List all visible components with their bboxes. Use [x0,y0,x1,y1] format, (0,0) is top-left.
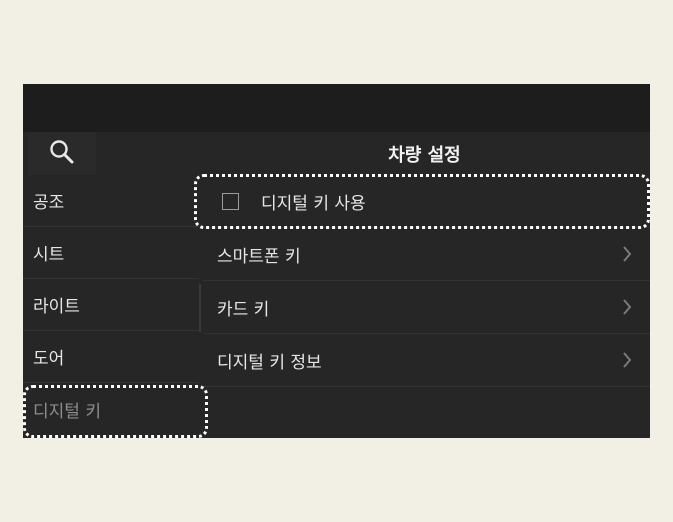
sidebar-item-label: 라이트 [33,297,80,317]
search-icon [49,139,75,169]
page-title: 차량 설정 [388,144,461,166]
sidebar-item-label: 디지털 키 [33,401,101,422]
use-digital-key-checkbox[interactable] [222,192,239,210]
sidebar-item-light[interactable]: 라이트 [23,279,199,331]
smartphone-key-row[interactable]: 스마트폰 키 [203,228,650,281]
row-label: 스마트폰 키 [217,246,301,267]
divider [199,284,201,332]
sidebar-item-digital-key[interactable]: 디지털 키 [23,383,199,435]
row-label: 카드 키 [217,299,270,320]
chevron-right-icon [622,351,632,369]
sidebar-item-climate[interactable]: 공조 [23,175,199,227]
settings-list: 디지털 키 사용 스마트폰 키 카드 키 디지털 키 정보 [203,175,650,387]
use-digital-key-label: 디지털 키 사용 [261,193,366,214]
card-key-row[interactable]: 카드 키 [203,281,650,334]
sidebar: 공조 시트 라이트 도어 디지털 키 [23,175,199,438]
sidebar-item-door[interactable]: 도어 [23,331,199,383]
sidebar-item-label: 시트 [33,245,65,265]
chevron-right-icon [622,298,632,316]
search-button[interactable] [28,132,96,175]
row-label: 디지털 키 정보 [217,352,322,373]
chevron-right-icon [622,245,632,263]
top-status-bar [23,84,650,132]
digital-key-info-row[interactable]: 디지털 키 정보 [203,334,650,387]
car-settings-screen: 차량 설정 공조 시트 라이트 도어 디지털 키 디지털 키 사용 스마트폰 키 [23,84,650,438]
sidebar-item-label: 공조 [33,193,65,213]
sidebar-item-label: 도어 [33,349,65,369]
sidebar-item-seat[interactable]: 시트 [23,227,199,279]
use-digital-key-row[interactable]: 디지털 키 사용 [203,175,650,228]
